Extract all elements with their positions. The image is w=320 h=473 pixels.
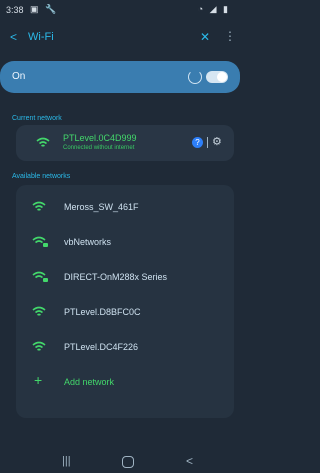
lock-icon bbox=[43, 243, 48, 247]
back-arrow-icon[interactable]: < bbox=[10, 30, 17, 44]
network-name: DIRECT-OnM288x Series bbox=[64, 272, 168, 282]
network-item-vbnetworks[interactable]: vbNetworks bbox=[16, 228, 234, 258]
wifi-icon bbox=[32, 201, 46, 213]
page-title: Wi-Fi bbox=[28, 31, 54, 43]
current-network-item[interactable]: PTLevel.0C4D999 Connected without intern… bbox=[16, 125, 234, 161]
system-status-icons: ◔ ◢ ▮ bbox=[197, 4, 230, 14]
more-options-icon[interactable]: ⋮ bbox=[224, 29, 236, 43]
network-name: PTLevel.DC4F226 bbox=[64, 342, 139, 352]
app-bar: < Wi-Fi ✕ ⋮ bbox=[0, 26, 240, 50]
add-network-label: Add network bbox=[64, 377, 115, 387]
recents-icon[interactable]: ||| bbox=[62, 455, 71, 467]
available-networks-list: Meross_SW_461F vbNetworks DIRECT-OnM288x… bbox=[16, 185, 234, 418]
gear-icon[interactable]: ⚙ bbox=[212, 135, 222, 148]
info-icon[interactable]: ? bbox=[192, 137, 203, 148]
loading-spinner-icon bbox=[188, 70, 202, 84]
lock-icon bbox=[43, 278, 48, 282]
wifi-icon bbox=[32, 341, 46, 353]
available-networks-heading: Available networks bbox=[12, 173, 71, 180]
divider bbox=[207, 137, 208, 148]
nav-back-icon[interactable]: < bbox=[186, 454, 193, 468]
wifi-icon bbox=[36, 137, 50, 149]
network-name: Meross_SW_461F bbox=[64, 202, 139, 212]
network-item-direct-printer[interactable]: DIRECT-OnM288x Series bbox=[16, 263, 234, 293]
network-item-ptlevel-dc4f226[interactable]: PTLevel.DC4F226 bbox=[16, 333, 234, 363]
network-item-ptlevel-d8bfc0c[interactable]: PTLevel.D8BFC0C bbox=[16, 298, 234, 328]
add-network-item[interactable]: + Add network bbox=[16, 368, 234, 398]
switch-knob bbox=[217, 72, 227, 82]
plus-icon: + bbox=[34, 372, 43, 388]
status-time: 3:38 bbox=[6, 5, 24, 15]
home-icon[interactable] bbox=[122, 456, 134, 468]
wifi-toggle-card[interactable]: On bbox=[0, 61, 240, 93]
network-name: PTLevel.D8BFC0C bbox=[64, 307, 141, 317]
current-network-heading: Current network bbox=[12, 115, 62, 122]
network-name: vbNetworks bbox=[64, 237, 112, 247]
navigation-bar: ||| < bbox=[0, 453, 240, 473]
current-network-ssid: PTLevel.0C4D999 bbox=[63, 133, 137, 143]
current-network-status: Connected without internet bbox=[63, 145, 135, 151]
network-item-meross[interactable]: Meross_SW_461F bbox=[16, 193, 234, 223]
notification-icons: ▣ 🔧 bbox=[30, 4, 59, 14]
qr-scan-icon[interactable]: ✕ bbox=[200, 30, 210, 44]
toggle-label: On bbox=[12, 71, 26, 82]
wifi-switch[interactable] bbox=[206, 71, 228, 83]
status-bar: 3:38 ▣ 🔧 ◔ ◢ ▮ bbox=[0, 0, 240, 20]
wifi-icon bbox=[32, 306, 46, 318]
